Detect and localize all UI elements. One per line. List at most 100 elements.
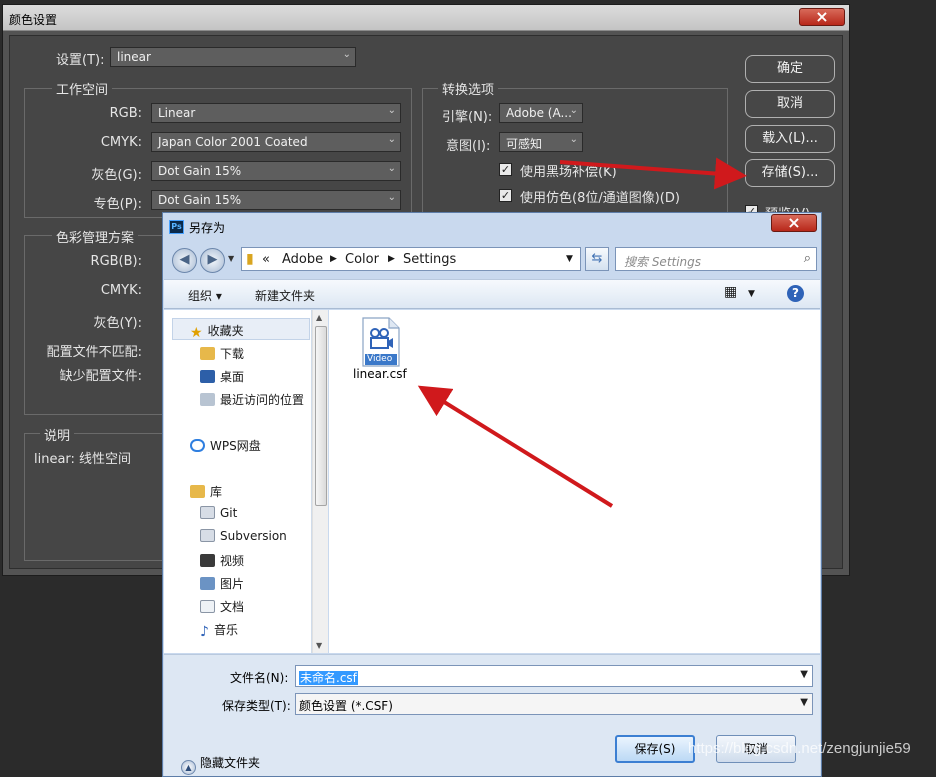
breadcrumb-overflow[interactable]: « [262,252,270,267]
chevron-down-icon[interactable]: ▼ [566,254,573,264]
nav-subversion[interactable]: Subversion [200,529,287,543]
music-icon: ♪ [200,624,209,640]
nav-desktop[interactable]: 桌面 [200,368,244,385]
watermark: https://blog.csdn.net/zengjunjie59 [688,740,911,757]
close-icon[interactable]: × [771,214,817,232]
save-button[interactable]: 存储(S)... [745,159,835,187]
search-placeholder: 搜索 Settings [624,255,702,269]
nav-wps[interactable]: WPS网盘 [190,437,261,454]
git-icon [200,506,215,519]
filetype-label: 保存类型(T): [222,699,291,713]
nav-recent[interactable]: 最近访问的位置 [200,391,304,408]
engine-dropdown[interactable]: Adobe (A... ⌄ [499,103,583,123]
conversion-options-title: 转换选项 [438,79,499,98]
cm-cmyk-label: CMYK: [100,283,142,298]
chevron-down-icon: ⌄ [342,49,351,60]
chevron-right-icon: ▶ [388,254,395,264]
cancel-button[interactable]: 取消 [745,90,835,118]
spot-working-dropdown[interactable]: Dot Gain 15% ⌄ [151,190,401,210]
star-icon: ★ [190,325,203,341]
color-settings-title: 颜色设置 [9,13,58,27]
file-name-linear[interactable]: linear.csf [353,367,407,381]
description-text: linear: 线性空间 [34,452,132,467]
save-as-title: 另存为 [189,221,226,235]
downloads-icon [200,347,215,360]
breadcrumb-color[interactable]: Color [345,252,379,267]
chevron-right-icon: ▶ [330,254,337,264]
cloud-icon [190,439,205,452]
nav-music[interactable]: ♪ 音乐 [200,621,238,640]
intent-dropdown[interactable]: 可感知 ⌄ [499,132,583,152]
intent-label: 意图(I): [446,139,491,154]
gray-working-dropdown[interactable]: Dot Gain 15% ⌄ [151,161,401,181]
nav-libraries[interactable]: 库 [190,483,222,500]
ok-button[interactable]: 确定 [745,55,835,83]
filename-label: 文件名(N): [230,671,289,685]
toolbar: 组织 ▾ 新建文件夹 ▦ ▼ ? [164,279,820,309]
video-icon [200,554,215,567]
documents-icon [200,600,215,613]
chevron-down-icon: ▼ [800,669,808,680]
file-type-badge: Video [367,354,393,364]
view-dropdown-icon[interactable]: ▼ [748,289,755,299]
hide-folders-toggle[interactable]: ▲ 隐藏文件夹 [181,754,260,775]
back-icon[interactable]: ◀ [172,248,197,273]
filename-field[interactable]: 未命名.csf ▼ [295,665,813,687]
file-list [329,310,820,653]
dither-label: 使用仿色(8位/通道图像)(D) [520,191,680,206]
pictures-icon [200,577,215,590]
subversion-icon [200,529,215,542]
scrollbar-thumb[interactable] [315,326,327,506]
working-spaces-title: 工作空间 [52,79,113,98]
gray-label: 灰色(G): [91,168,142,183]
history-dropdown-icon[interactable]: ▼ [228,254,234,263]
bpc-label: 使用黑场补偿(K) [520,165,617,180]
folder-icon: ▮ [246,251,254,267]
organize-button[interactable]: 组织 ▾ [188,287,222,304]
color-settings-titlebar: 颜色设置 × [3,5,849,31]
cmyk-working-dropdown[interactable]: Japan Color 2001 Coated ⌄ [151,132,401,152]
cmyk-label: CMYK: [100,135,142,150]
rgb-working-dropdown[interactable]: Linear ⌄ [151,103,401,123]
photoshop-icon: Ps [169,220,184,234]
nav-documents[interactable]: 文档 [200,598,244,615]
recent-places-icon [200,393,215,406]
save-file-button[interactable]: 保存(S) [615,735,695,763]
settings-label: 设置(T): [56,53,105,68]
nav-videos[interactable]: 视频 [200,552,244,569]
scroll-down-icon: ▼ [316,641,323,650]
bpc-checkbox[interactable]: ✓ [499,163,512,176]
nav-downloads[interactable]: 下载 [200,345,244,362]
spot-label: 专色(P): [93,197,142,212]
chevron-down-icon: ▼ [800,697,808,708]
load-button[interactable]: 载入(L)... [745,125,835,153]
nav-favorites[interactable]: ★ 收藏夹 [190,322,244,341]
dither-checkbox[interactable]: ✓ [499,189,512,202]
breadcrumb-adobe[interactable]: Adobe [282,252,323,267]
help-icon[interactable]: ? [787,285,804,302]
nav-git[interactable]: Git [200,506,237,520]
cm-rgb-label: RGB(B): [90,254,142,269]
desktop-icon [200,370,215,383]
nav-pictures[interactable]: 图片 [200,575,244,592]
chevron-up-icon: ▲ [181,760,196,775]
filetype-dropdown[interactable]: 颜色设置 (*.CSF) ▼ [295,693,813,715]
close-icon[interactable]: × [799,8,845,26]
settings-dropdown[interactable]: linear ⌄ [110,47,356,67]
new-folder-button[interactable]: 新建文件夹 [255,287,315,304]
description-title: 说明 [40,425,75,444]
nav-scrollbar[interactable]: ▲ ▼ [312,310,328,653]
color-management-title: 色彩管理方案 [52,227,139,246]
search-icon: ⌕ [803,251,811,266]
scroll-up-icon: ▲ [316,313,323,322]
view-icon[interactable]: ▦ [724,284,737,300]
breadcrumb[interactable]: ▮ « Adobe ▶ Color ▶ Settings ▼ [241,247,581,271]
missing-profile-label: 缺少配置文件: [59,369,142,384]
breadcrumb-settings[interactable]: Settings [403,252,456,267]
search-input[interactable]: 搜索 Settings ⌕ [615,247,817,271]
refresh-icon[interactable]: ⇆ [585,247,609,271]
cm-gray-label: 灰色(Y): [93,316,142,331]
video-file-icon[interactable]: Video [361,317,401,367]
engine-label: 引擎(N): [442,110,493,125]
forward-icon[interactable]: ▶ [200,248,225,273]
